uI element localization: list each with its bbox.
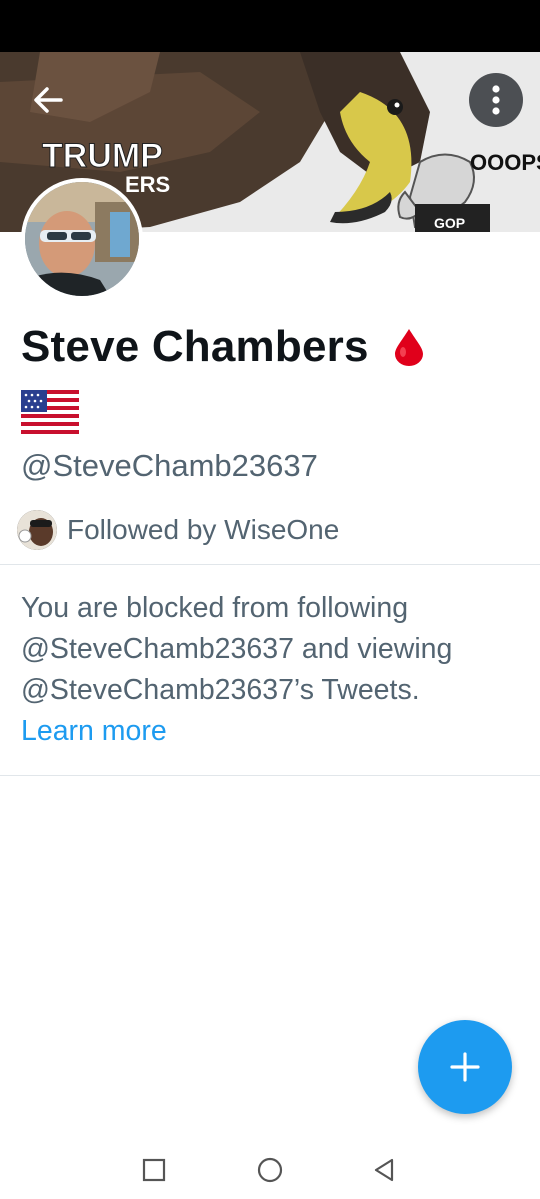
status-bar — [0, 0, 540, 52]
avatar-photo — [25, 182, 139, 296]
banner-fragment-text: ERS — [125, 172, 170, 197]
banner-ooops-text: OOOPS! — [470, 150, 540, 175]
system-navigation-bar — [0, 1140, 540, 1199]
follower-avatar — [17, 510, 57, 550]
profile-avatar[interactable] — [21, 178, 143, 300]
blocked-notice: You are blocked from following @SteveCha… — [21, 588, 521, 752]
profile-name: Steve Chambers — [21, 322, 369, 371]
circle-icon — [257, 1157, 283, 1183]
divider — [0, 775, 540, 776]
learn-more-link[interactable]: Learn more — [21, 715, 167, 747]
triangle-back-icon — [374, 1158, 394, 1182]
back-nav-button[interactable] — [362, 1148, 406, 1192]
profile-name-row: Steve Chambers — [21, 322, 427, 372]
followed-by-text: Followed by WiseOne — [67, 514, 340, 545]
recent-apps-button[interactable] — [132, 1148, 176, 1192]
more-vertical-icon — [492, 85, 500, 115]
blocked-message: You are blocked from following @SteveCha… — [21, 592, 453, 706]
banner-gop-text: GOP — [434, 215, 465, 231]
plus-icon — [450, 1052, 480, 1082]
profile-handle: @SteveChamb23637 — [21, 448, 318, 483]
back-button[interactable] — [21, 73, 75, 127]
home-button[interactable] — [248, 1148, 292, 1192]
more-options-button[interactable] — [469, 73, 523, 127]
banner-trump-text: TRUMP — [42, 137, 163, 175]
compose-button[interactable] — [418, 1020, 512, 1114]
square-icon — [142, 1158, 166, 1182]
drop-of-blood-icon — [394, 329, 423, 366]
followed-by-row[interactable]: Followed by WiseOne — [17, 510, 339, 550]
divider — [0, 564, 540, 565]
arrow-left-icon — [34, 87, 63, 113]
us-flag-icon — [21, 390, 79, 439]
